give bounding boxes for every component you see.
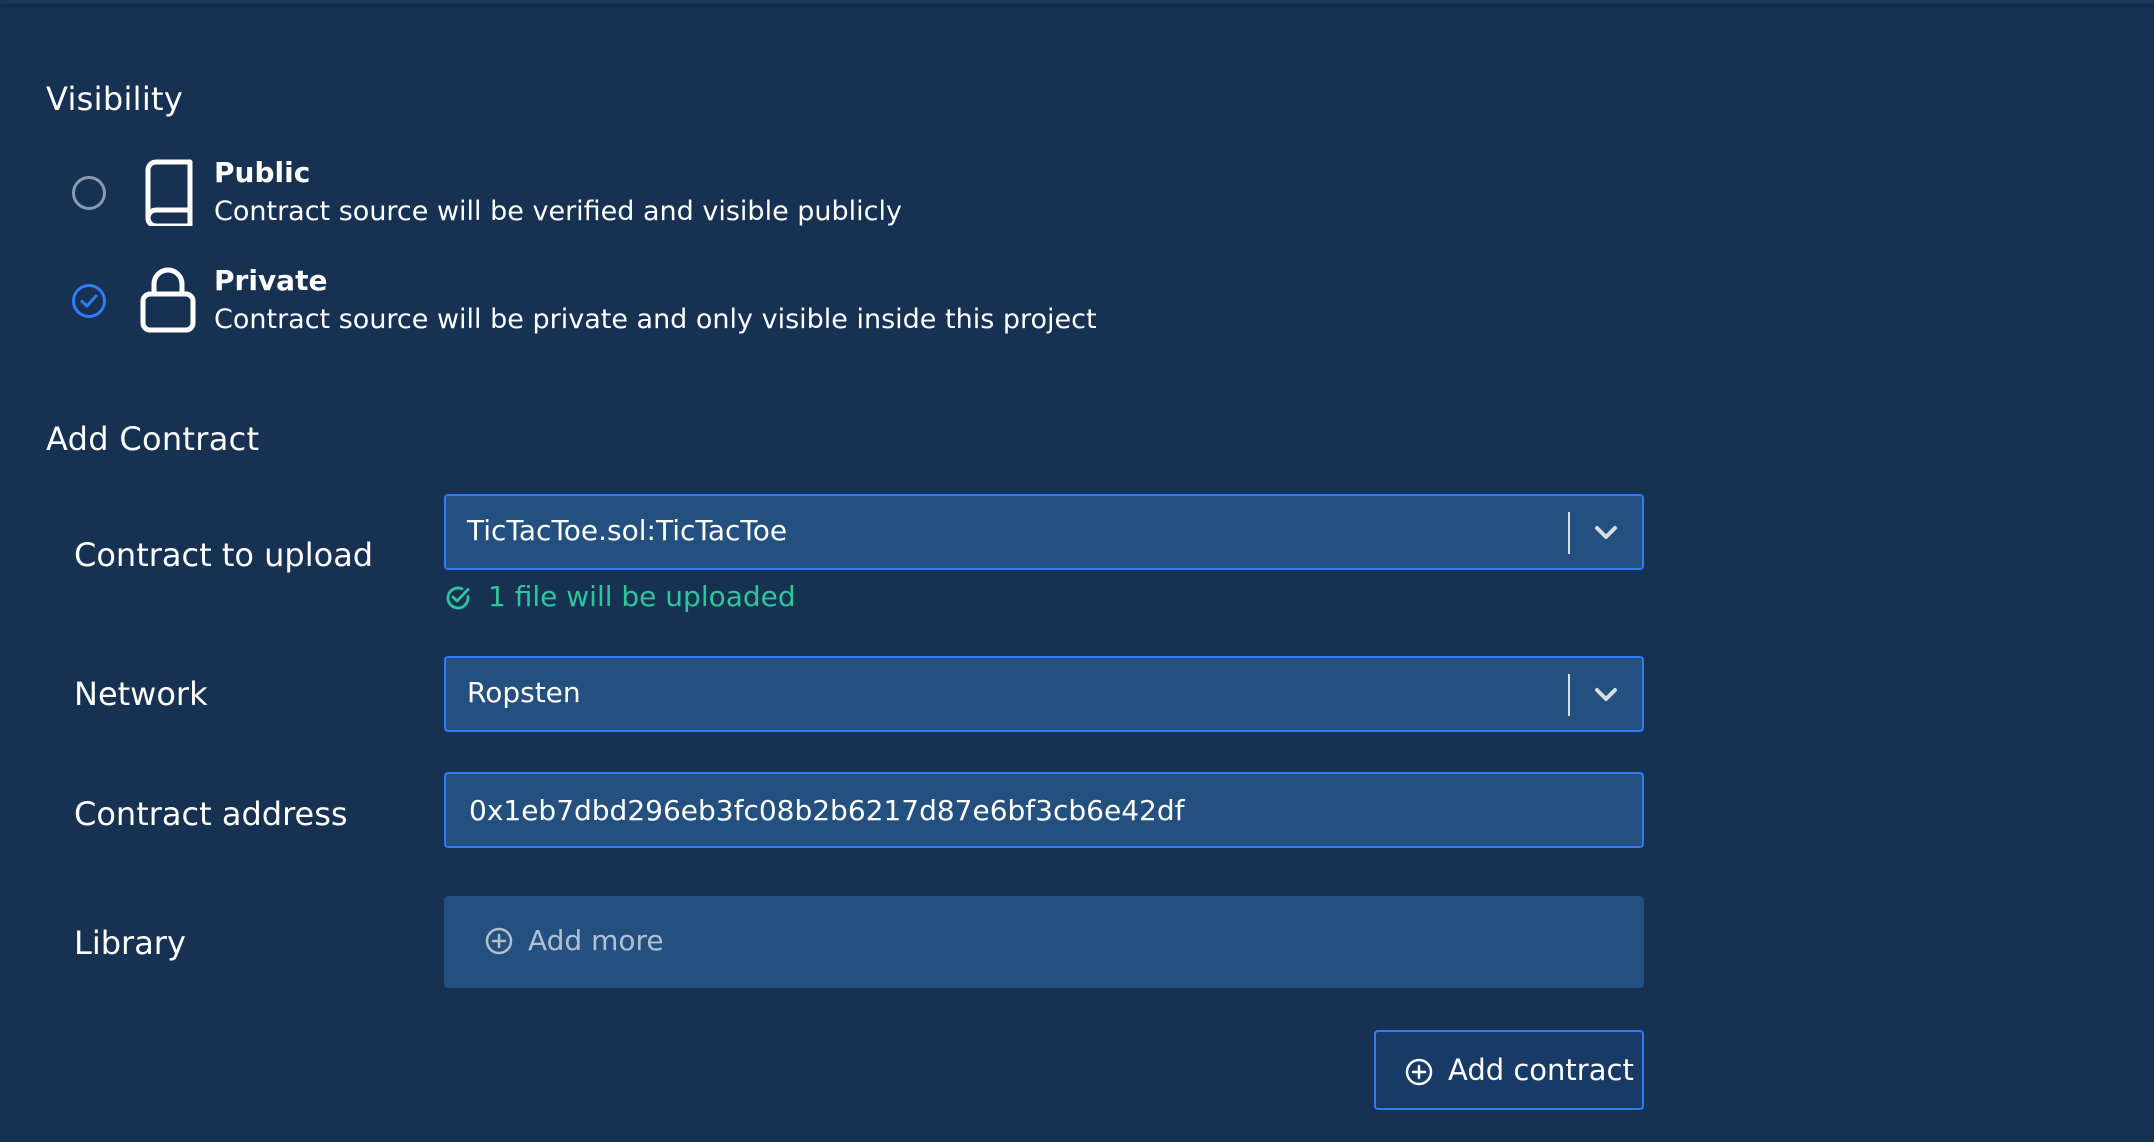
check-circle-icon bbox=[446, 586, 470, 610]
plus-circle-icon bbox=[1405, 1058, 1433, 1086]
radio-public[interactable] bbox=[72, 176, 106, 210]
contract-to-upload-value: TicTacToe.sol:TicTacToe bbox=[467, 514, 788, 547]
add-more-label: Add more bbox=[528, 924, 664, 957]
contract-to-upload-label: Contract to upload bbox=[74, 536, 374, 574]
public-option-title: Public bbox=[214, 156, 311, 189]
select-separator bbox=[1568, 674, 1570, 716]
add-contract-label: Add contract bbox=[1448, 1053, 1634, 1087]
add-contract-heading: Add Contract bbox=[46, 420, 260, 458]
select-separator bbox=[1568, 512, 1570, 554]
visibility-heading: Visibility bbox=[46, 80, 184, 118]
plus-circle-icon bbox=[485, 927, 513, 955]
library-label: Library bbox=[74, 924, 186, 962]
lock-icon bbox=[138, 264, 198, 334]
contract-address-field[interactable] bbox=[444, 772, 1644, 848]
add-more-button[interactable]: Add more bbox=[484, 924, 784, 960]
top-divider bbox=[0, 0, 2154, 4]
public-option-description: Contract source will be verified and vis… bbox=[214, 196, 902, 227]
add-contract-button[interactable]: Add contract bbox=[1374, 1030, 1644, 1110]
check-icon bbox=[80, 294, 98, 308]
network-select[interactable]: Ropsten bbox=[444, 656, 1644, 732]
upload-hint-text: 1 file will be uploaded bbox=[488, 580, 796, 613]
network-label: Network bbox=[74, 675, 208, 713]
chevron-down-icon[interactable] bbox=[1592, 684, 1620, 706]
private-option-title: Private bbox=[214, 264, 328, 297]
contract-to-upload-select[interactable]: TicTacToe.sol:TicTacToe bbox=[444, 494, 1644, 570]
contract-address-label: Contract address bbox=[74, 795, 348, 833]
book-icon bbox=[138, 156, 198, 229]
visibility-option-private[interactable]: Private Contract source will be private … bbox=[72, 264, 1272, 344]
upload-hint: 1 file will be uploaded bbox=[444, 580, 1044, 616]
contract-address-input[interactable] bbox=[446, 774, 1642, 846]
private-option-description: Contract source will be private and only… bbox=[214, 304, 1097, 335]
radio-private[interactable] bbox=[72, 284, 106, 318]
library-box: Add more bbox=[444, 896, 1644, 988]
network-value: Ropsten bbox=[467, 676, 581, 709]
visibility-option-public[interactable]: Public Contract source will be verified … bbox=[72, 156, 1272, 236]
chevron-down-icon[interactable] bbox=[1592, 522, 1620, 544]
